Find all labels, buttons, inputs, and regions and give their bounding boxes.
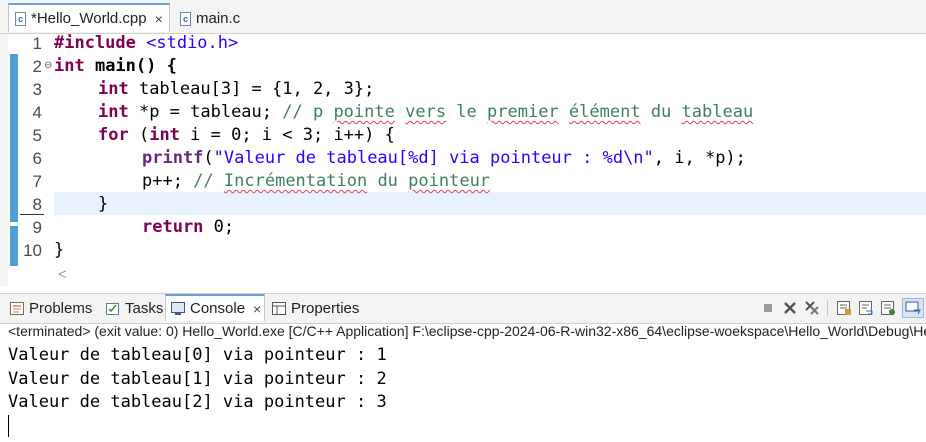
word-wrap-icon[interactable]: [858, 300, 874, 316]
tab-label: main.c: [196, 10, 241, 27]
code-line-10: }: [54, 240, 65, 260]
close-icon[interactable]: ×: [155, 11, 163, 27]
properties-icon: [272, 302, 286, 315]
console-output[interactable]: Valeur de tableau[0] via pointeur : 1 Va…: [8, 344, 926, 415]
close-icon[interactable]: ×: [253, 301, 261, 317]
tab-label: Properties: [291, 300, 360, 317]
fold-collapse-icon[interactable]: ⊖: [44, 60, 52, 71]
terminate-icon[interactable]: [760, 300, 776, 316]
problems-icon: [10, 302, 24, 315]
editor-tab-bar: c *Hello_World.cpp × c main.c: [0, 0, 926, 34]
tab-tasks[interactable]: Tasks: [106, 294, 163, 323]
change-bar: [10, 226, 18, 266]
tab-label: Tasks: [125, 300, 164, 317]
console-output-line: Valeur de tableau[1] via pointeur : 2: [8, 368, 387, 389]
line-number: 8: [32, 195, 42, 214]
current-line-highlight: [54, 192, 926, 215]
line-number: 5: [32, 126, 42, 145]
tab-label: *Hello_World.cpp: [31, 10, 147, 27]
tab-properties[interactable]: Properties: [272, 294, 359, 323]
console-output-line: Valeur de tableau[0] via pointeur : 1: [8, 345, 387, 365]
line-number: 4: [32, 103, 42, 122]
code-line-9: return 0;: [142, 217, 235, 237]
tab-hello-world-cpp[interactable]: c *Hello_World.cpp ×: [8, 3, 170, 32]
overview-ruler: [0, 34, 8, 286]
tab-main-c[interactable]: c main.c: [180, 5, 240, 32]
scroll-lock-icon[interactable]: [836, 300, 852, 316]
console-icon: [171, 302, 185, 315]
code-line-3: int tableau[3] = {1, 2, 3};: [98, 79, 375, 99]
tab-label: Problems: [29, 300, 93, 317]
code-line-1: #include <stdio.h>: [54, 33, 239, 53]
code-line-7: p++; // Incrémentation du pointeur: [142, 171, 491, 191]
code-line-4: int *p = tableau; // p pointe vers le pr…: [98, 102, 754, 122]
code-line-2: int main() {: [54, 56, 177, 76]
line-number: 2: [32, 57, 42, 76]
code-line-6: printf("Valeur de tableau[%d] via pointe…: [142, 148, 746, 168]
code-line-8: }: [98, 194, 109, 214]
remove-launch-icon[interactable]: [782, 300, 798, 316]
scroll-left-icon[interactable]: <: [58, 266, 67, 283]
c-file-icon: c: [15, 11, 26, 26]
remove-all-terminated-icon[interactable]: [804, 300, 820, 316]
text-caret: [8, 415, 9, 437]
tab-console[interactable]: Console ×: [165, 294, 265, 321]
line-number: 10: [23, 241, 42, 260]
console-status-line: <terminated> (exit value: 0) Hello_World…: [8, 323, 926, 339]
tab-problems[interactable]: Problems: [10, 294, 92, 323]
change-bar: [10, 54, 18, 222]
line-number: 7: [32, 172, 42, 191]
panel-tab-bar: Problems Tasks Console × Properties: [0, 293, 926, 324]
line-number: 1: [32, 34, 42, 53]
c-file-icon: c: [180, 11, 191, 26]
tasks-icon: [106, 302, 120, 315]
show-console-on-output-icon[interactable]: [880, 300, 896, 316]
display-selected-console-icon[interactable]: [902, 298, 924, 318]
code-editor[interactable]: 1 2 3 4 5 6 7 8 9 10 ⊖ #include <stdio.h…: [0, 33, 926, 286]
toolbar-separator: [827, 300, 828, 316]
line-number: 9: [32, 218, 42, 237]
tab-label: Console: [190, 300, 246, 317]
console-output-line: Valeur de tableau[2] via pointeur : 3: [8, 392, 387, 412]
code-line-5: for (int i = 0; i < 3; i++) {: [98, 125, 395, 145]
line-number: 6: [32, 149, 42, 168]
horizontal-scrollbar[interactable]: <: [54, 266, 926, 286]
line-number: 3: [32, 80, 42, 99]
